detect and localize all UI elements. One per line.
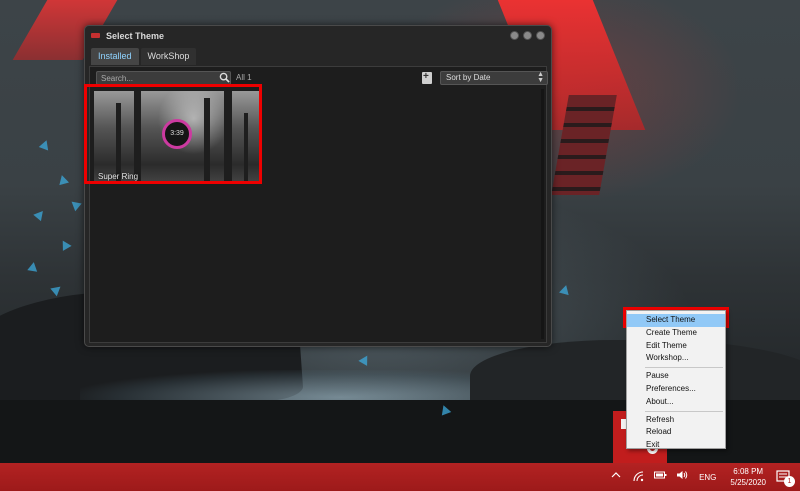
triangle-decoration [38,138,52,151]
taskbar-clock[interactable]: 6:08 PM 5/25/2020 [730,466,766,488]
triangle-decoration [58,238,72,251]
triangle-decoration [27,261,39,272]
scrollbar[interactable] [541,89,544,339]
menu-item-exit[interactable]: Exit [627,439,725,452]
theme-list-panel: All 1 Sort by Date ▲▼ 3:39 Super Ring [89,66,548,343]
menu-item-pause[interactable]: Pause [627,370,725,383]
triangle-decoration [68,197,82,212]
clock-date: 5/25/2020 [730,478,766,487]
menu-separator [645,410,723,412]
triangle-decoration [57,173,69,186]
taskbar: ENG 6:08 PM 5/25/2020 1 [0,463,800,491]
theme-name: Super Ring [98,172,139,181]
triangle-decoration [559,283,571,296]
tree-graphic [116,103,121,183]
language-indicator[interactable]: ENG [699,473,716,482]
search-input[interactable] [96,71,231,85]
notification-center-button[interactable]: 1 [774,467,795,487]
theme-thumbnail[interactable]: 3:39 Super Ring [94,91,260,183]
window-title: Select Theme [106,30,165,41]
minimize-button[interactable] [510,31,519,40]
notification-badge: 1 [784,476,795,487]
menu-item-preferences[interactable]: Preferences... [627,383,725,396]
add-theme-button[interactable] [422,71,432,84]
tree-graphic [224,91,232,183]
wifi-icon[interactable] [631,470,645,484]
sort-dropdown[interactable]: Sort by Date ▲ ▼ [440,71,548,85]
volume-icon[interactable] [675,470,689,484]
system-tray: ENG 6:08 PM 5/25/2020 1 [605,463,800,491]
updown-arrows-icon: ▲ ▼ [537,71,544,84]
sort-dropdown-value: Sort by Date [446,73,491,82]
theme-toolbar: All 1 Sort by Date ▲▼ [94,71,548,86]
ring-clock-preview: 3:39 [162,119,192,149]
tab-workshop[interactable]: WorkShop [140,48,197,65]
maximize-button[interactable] [523,31,532,40]
menu-item-select-theme[interactable]: Select Theme [627,314,725,327]
tree-graphic [204,98,210,183]
tab-installed[interactable]: Installed [91,48,139,65]
tree-graphic [134,91,141,183]
close-button[interactable] [536,31,545,40]
tray-context-menu: Select Theme Create Theme Edit Theme Wor… [626,310,726,449]
triangle-decoration [50,282,64,297]
menu-item-refresh[interactable]: Refresh [627,414,725,427]
menu-item-create-theme[interactable]: Create Theme [627,327,725,340]
app-logo-icon [91,33,100,38]
triangle-decoration [358,353,372,366]
clock-time: 6:08 PM [733,467,764,476]
menu-item-workshop[interactable]: Workshop... [627,352,725,365]
select-theme-window: Select Theme Installed WorkShop All 1 So… [84,25,552,347]
triangle-decoration [33,207,47,222]
search-icon[interactable] [219,72,230,83]
menu-item-reload[interactable]: Reload [627,426,725,439]
tree-graphic [244,113,248,183]
tab-bar: Installed WorkShop [91,48,197,65]
theme-count: All 1 [236,73,252,82]
menu-item-edit-theme[interactable]: Edit Theme [627,340,725,353]
window-titlebar[interactable]: Select Theme [85,26,551,45]
chevron-up-icon[interactable] [609,470,623,484]
menu-separator [645,367,723,369]
battery-icon[interactable] [653,470,667,484]
menu-item-about[interactable]: About... [627,396,725,409]
